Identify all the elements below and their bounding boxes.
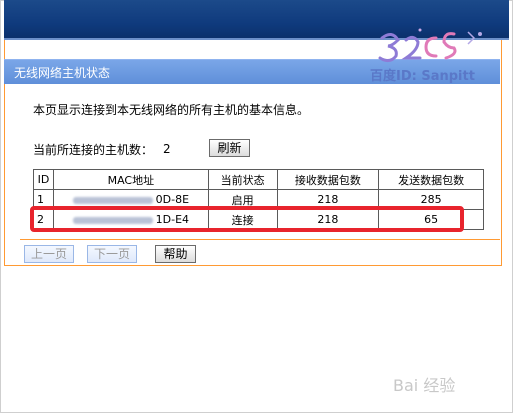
prev-page-button[interactable]: 上一页	[24, 245, 74, 263]
page-description: 本页显示连接到本无线网络的所有主机的基本信息。	[33, 103, 310, 117]
help-button[interactable]: 帮助	[155, 245, 196, 263]
highlight-box	[30, 206, 464, 232]
watermark-text: Bai 经验	[393, 376, 456, 395]
panel-title: 无线网络主机状态	[14, 66, 111, 80]
redacted-mac-part	[72, 196, 153, 204]
footer-divider	[20, 239, 500, 240]
col-header-mac: MAC地址	[52, 169, 209, 190]
refresh-button[interactable]: 刷新	[209, 139, 250, 157]
watermark-logo-text: 百度ID: Sanpitt	[370, 69, 475, 84]
col-header-tx: 发送数据包数	[378, 169, 484, 190]
col-header-status: 当前状态	[207, 169, 278, 190]
next-page-button[interactable]: 下一页	[87, 245, 137, 263]
host-count-value: 2	[163, 142, 171, 156]
host-count-label: 当前所连接的主机数：	[33, 143, 154, 157]
col-header-id: ID	[33, 169, 54, 190]
mac-visible-part: 0D-8E	[155, 193, 190, 206]
table-header-row: ID MAC地址 当前状态 接收数据包数 发送数据包数	[33, 169, 484, 190]
col-header-rx: 接收数据包数	[276, 169, 380, 190]
